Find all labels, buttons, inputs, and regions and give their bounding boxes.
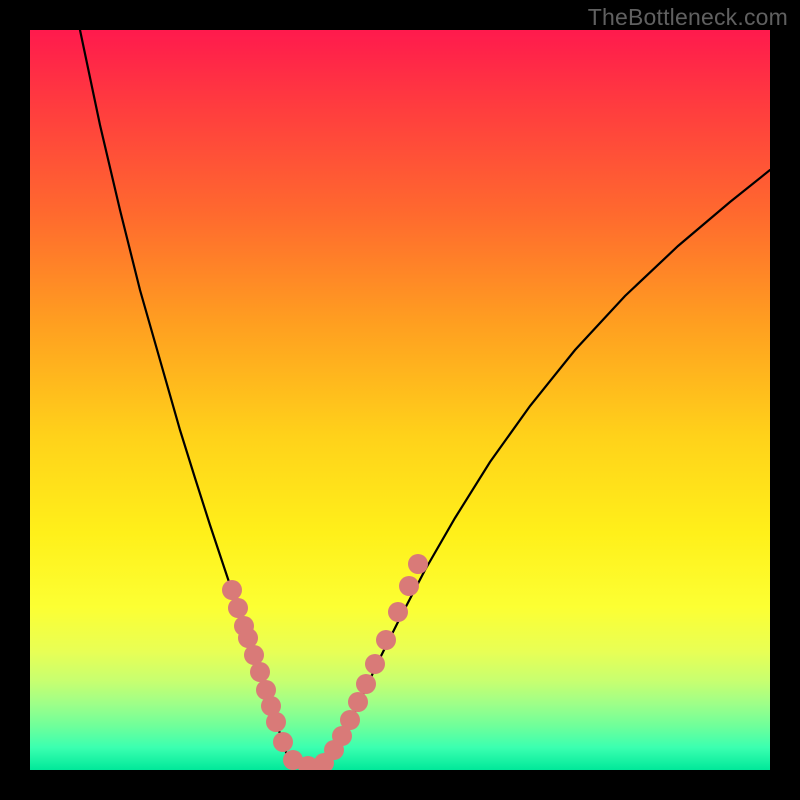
highlight-dot [376, 630, 396, 650]
highlight-dot [250, 662, 270, 682]
highlight-dots-group [222, 554, 428, 770]
bottleneck-curve-chart [30, 30, 770, 770]
highlight-dot [408, 554, 428, 574]
highlight-dot [222, 580, 242, 600]
watermark-text: TheBottleneck.com [588, 4, 788, 31]
highlight-dot [340, 710, 360, 730]
highlight-dot [356, 674, 376, 694]
highlight-dot [238, 628, 258, 648]
curve-path-group [80, 30, 770, 766]
highlight-dot [244, 645, 264, 665]
highlight-dot [388, 602, 408, 622]
highlight-dot [399, 576, 419, 596]
highlight-dot [228, 598, 248, 618]
bottleneck-curve [80, 30, 770, 766]
highlight-dot [365, 654, 385, 674]
highlight-dot [273, 732, 293, 752]
highlight-dot [348, 692, 368, 712]
plot-area [30, 30, 770, 770]
outer-frame: TheBottleneck.com [0, 0, 800, 800]
highlight-dot [266, 712, 286, 732]
